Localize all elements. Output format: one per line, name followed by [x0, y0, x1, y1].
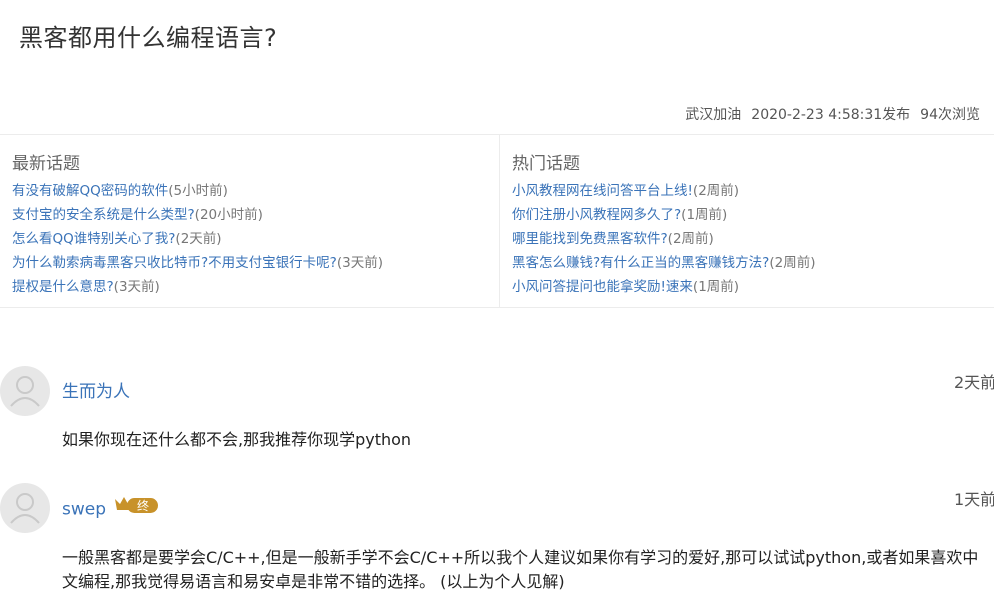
list-item: 有没有破解QQ密码的软件(5小时前)	[12, 180, 383, 204]
latest-topics: 最新话题 有没有破解QQ密码的软件(5小时前) 支付宝的安全系统是什么类型?(2…	[0, 135, 500, 307]
topic-link[interactable]: 提权是什么意思?	[12, 279, 114, 295]
latest-topics-heading: 最新话题	[12, 154, 80, 174]
hot-topics: 热门话题 小风教程网在线问答平台上线!(2周前) 你们注册小风教程网多久了?(1…	[500, 135, 994, 307]
topic-link[interactable]: 为什么勒索病毒黑客只收比特币?不用支付宝银行卡呢?	[12, 255, 337, 271]
topic-link[interactable]: 你们注册小风教程网多久了?	[512, 207, 681, 223]
answer-item: 生而为人 2天前 如果你现在还什么都不会,那我推荐你现学python	[0, 366, 994, 466]
list-item: 怎么看QQ谁特别关心了我?(2天前)	[12, 228, 383, 252]
answer-username[interactable]: swep	[62, 500, 106, 520]
topic-age: (1周前)	[692, 279, 740, 295]
answer-time: 1天前	[954, 490, 994, 509]
user-silhouette-icon	[10, 493, 40, 524]
topic-link[interactable]: 哪里能找到免费黑客软件?	[512, 231, 668, 247]
view-count: 94次浏览	[920, 107, 980, 123]
topic-link[interactable]: 黑客怎么赚钱?有什么正当的黑客赚钱方法?	[512, 255, 769, 271]
publish-time: 2020-2-23 4:58:31发布	[751, 107, 911, 123]
topic-age: (3天前)	[336, 255, 383, 271]
hot-topics-heading: 热门话题	[512, 154, 580, 174]
answer-time: 2天前	[954, 373, 994, 392]
topic-link[interactable]: 小风教程网在线问答平台上线!	[512, 183, 693, 199]
topic-link[interactable]: 支付宝的安全系统是什么类型?	[12, 207, 195, 223]
question-title: 黑客都用什么编程语言?	[19, 24, 278, 52]
answer-content: 如果你现在还什么都不会,那我推荐你现学python	[62, 430, 412, 449]
user-silhouette-icon	[10, 376, 40, 407]
list-item: 提权是什么意思?(3天前)	[12, 276, 383, 300]
rank-badge-label: 终	[137, 498, 149, 513]
topic-age: (20小时前)	[194, 207, 263, 223]
avatar[interactable]	[0, 366, 50, 416]
latest-topics-list: 有没有破解QQ密码的软件(5小时前) 支付宝的安全系统是什么类型?(20小时前)…	[12, 180, 383, 300]
list-item: 哪里能找到免费黑客软件?(2周前)	[512, 228, 815, 252]
list-item: 黑客怎么赚钱?有什么正当的黑客赚钱方法?(2周前)	[512, 252, 815, 276]
crown-badge-icon: 终	[115, 497, 159, 513]
topic-age: (5小时前)	[168, 183, 228, 199]
topic-age: (2周前)	[692, 183, 740, 199]
topic-age: (2天前)	[175, 231, 222, 247]
topic-age: (3天前)	[113, 279, 160, 295]
topic-link[interactable]: 小风问答提问也能拿奖励!速来	[512, 279, 693, 295]
list-item: 小风教程网在线问答平台上线!(2周前)	[512, 180, 815, 204]
answer-username-row: swep 终	[62, 496, 159, 523]
list-item: 支付宝的安全系统是什么类型?(20小时前)	[12, 204, 383, 228]
topic-age: (2周前)	[769, 255, 816, 271]
answer-item: swep 终 1天前 一般黑客都是要学会C/C++,但是一般新手学不会C/C++…	[0, 483, 994, 614]
answer-username[interactable]: 生而为人	[62, 377, 130, 402]
topic-age: (2周前)	[667, 231, 714, 247]
rank-badge: 终	[113, 494, 159, 521]
answer-content: 一般黑客都是要学会C/C++,但是一般新手学不会C/C++所以我个人建议如果你有…	[62, 548, 979, 591]
avatar[interactable]	[0, 483, 50, 533]
list-item: 为什么勒索病毒黑客只收比特币?不用支付宝银行卡呢?(3天前)	[12, 252, 383, 276]
topic-age: (1周前)	[681, 207, 728, 223]
question-meta: 武汉加油 2020-2-23 4:58:31发布 94次浏览	[685, 104, 980, 124]
topic-link[interactable]: 怎么看QQ谁特别关心了我?	[12, 231, 175, 247]
author-link[interactable]: 武汉加油	[685, 107, 741, 123]
hot-topics-list: 小风教程网在线问答平台上线!(2周前) 你们注册小风教程网多久了?(1周前) 哪…	[512, 180, 815, 300]
list-item: 你们注册小风教程网多久了?(1周前)	[512, 204, 815, 228]
topics-panel: 最新话题 有没有破解QQ密码的软件(5小时前) 支付宝的安全系统是什么类型?(2…	[0, 134, 994, 308]
list-item: 小风问答提问也能拿奖励!速来(1周前)	[512, 276, 815, 300]
topic-link[interactable]: 有没有破解QQ密码的软件	[12, 183, 168, 199]
